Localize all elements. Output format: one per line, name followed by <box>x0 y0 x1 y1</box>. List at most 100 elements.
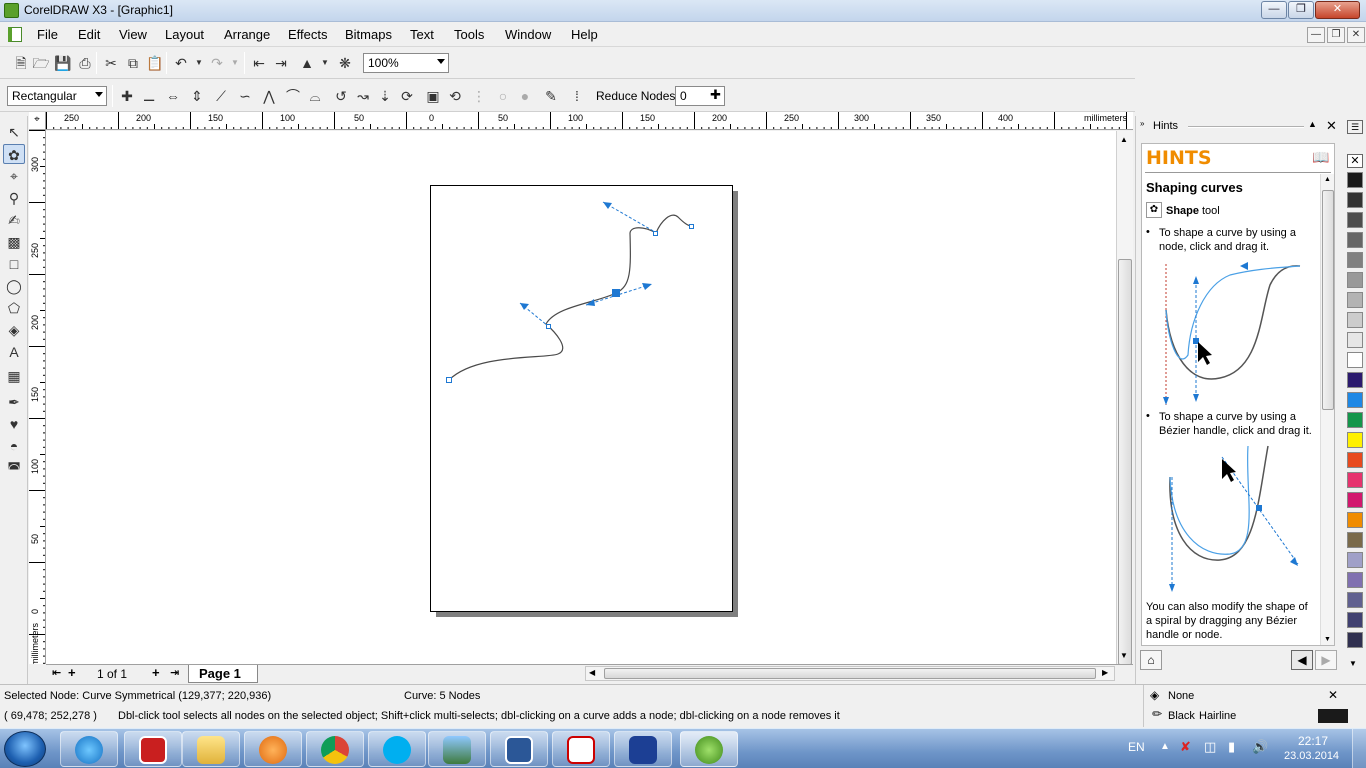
shape-tool-icon[interactable]: ✿ <box>3 144 25 164</box>
media-player-taskbar-icon[interactable] <box>244 731 302 767</box>
color-swatch[interactable] <box>1347 192 1363 208</box>
selected-curve-node[interactable] <box>612 289 620 297</box>
cusp-node-icon[interactable]: ⋀ <box>260 87 278 105</box>
curve-node[interactable] <box>689 224 694 229</box>
chrome-taskbar-icon[interactable] <box>306 731 364 767</box>
menu-tools[interactable]: Tools <box>454 27 484 42</box>
break-curve-icon[interactable]: ⇕ <box>188 87 206 105</box>
export-icon[interactable]: ⇥ <box>272 54 290 72</box>
internet-explorer-taskbar-icon[interactable] <box>60 731 118 767</box>
selection-mode-combo[interactable]: Rectangular <box>7 86 107 106</box>
color-swatch[interactable] <box>1347 212 1363 228</box>
color-swatch[interactable] <box>1347 412 1363 428</box>
ellipse-tool-icon[interactable]: ◯ <box>3 276 25 296</box>
hints-back-button[interactable]: ◀ <box>1291 650 1313 670</box>
clock-date[interactable]: 23.03.2014 <box>1284 750 1339 762</box>
menu-help[interactable]: Help <box>571 27 598 42</box>
color-swatch[interactable] <box>1347 432 1363 448</box>
close-button[interactable]: ✕ <box>1315 1 1360 19</box>
hints-scrollbar[interactable]: ▲ ▼ <box>1320 174 1334 645</box>
add-page-before-icon[interactable]: + <box>68 665 76 680</box>
color-swatch[interactable] <box>1347 332 1363 348</box>
scroll-up-icon[interactable]: ▲ <box>1324 176 1331 183</box>
stretch-nodes-icon[interactable]: ▣ <box>424 87 442 105</box>
reduce-nodes-input[interactable]: 0 ✚ <box>675 86 725 106</box>
no-color-swatch[interactable]: ✕ <box>1347 154 1363 168</box>
doc-restore-button[interactable]: ❐ <box>1327 27 1345 43</box>
marquee-nodes-icon[interactable]: ⁞ <box>568 87 586 105</box>
tray-expand-icon[interactable]: ▲ <box>1160 741 1170 752</box>
color-swatch[interactable] <box>1347 552 1363 568</box>
minimize-button[interactable]: — <box>1261 1 1287 19</box>
curve-node[interactable] <box>546 324 551 329</box>
text-tool-icon[interactable]: A <box>3 342 25 362</box>
import-icon[interactable]: ⇤ <box>250 54 268 72</box>
curve-node[interactable] <box>446 377 452 383</box>
horizontal-scroll-thumb[interactable] <box>604 668 1096 679</box>
network-status-icon[interactable]: ✘ <box>1180 739 1191 755</box>
color-swatch[interactable] <box>1347 612 1363 628</box>
hints-home-button[interactable]: ⌂ <box>1140 650 1162 670</box>
doc-close-button[interactable]: ✕ <box>1347 27 1365 43</box>
color-swatch[interactable] <box>1347 292 1363 308</box>
color-swatch[interactable] <box>1347 252 1363 268</box>
add-page-after-icon[interactable]: + <box>152 665 160 680</box>
extend-curve-icon[interactable]: ↝ <box>354 87 372 105</box>
new-icon[interactable]: 🗎 <box>12 54 30 72</box>
docker-collapse-icon[interactable]: » <box>1140 119 1144 128</box>
to-line-icon[interactable]: ⟋ <box>212 87 230 105</box>
outline-tool-icon[interactable]: ♥ <box>3 414 25 434</box>
color-swatch[interactable] <box>1347 592 1363 608</box>
color-swatch[interactable] <box>1347 572 1363 588</box>
start-button[interactable] <box>4 731 46 767</box>
auto-close-icon[interactable]: ⟳ <box>398 87 416 105</box>
hints-scroll-thumb[interactable] <box>1322 190 1334 410</box>
undo-dropdown-icon[interactable]: ▼ <box>190 54 208 72</box>
undo-icon[interactable]: ↶ <box>172 54 190 72</box>
docker-grip[interactable] <box>1188 126 1304 128</box>
copy-icon[interactable]: ⧉ <box>124 54 142 72</box>
extract-subpath-icon[interactable]: ⇣ <box>376 87 394 105</box>
word-taskbar-icon[interactable] <box>490 731 548 767</box>
color-swatch[interactable] <box>1347 372 1363 388</box>
color-swatch[interactable] <box>1347 232 1363 248</box>
menu-bitmaps[interactable]: Bitmaps <box>345 27 392 42</box>
hints-forward-button[interactable]: ▶ <box>1315 650 1337 670</box>
color-swatch[interactable] <box>1347 492 1363 508</box>
interactive-blend-tool-icon[interactable]: ▦ <box>3 366 25 386</box>
color-swatch[interactable] <box>1347 392 1363 408</box>
reverse-direction-icon[interactable]: ↺ <box>332 87 350 105</box>
menu-window[interactable]: Window <box>505 27 551 42</box>
outline-color-swatch[interactable] <box>1318 709 1348 723</box>
zoom-tool-icon[interactable]: ⚲ <box>3 188 25 208</box>
palette-menu-icon[interactable]: ☰ <box>1347 120 1363 134</box>
paste-icon[interactable]: 📋 <box>146 54 164 72</box>
color-swatch[interactable] <box>1347 452 1363 468</box>
menu-layout[interactable]: Layout <box>165 27 204 42</box>
page-tab-1[interactable]: Page 1 <box>188 665 258 683</box>
elastic-mode-icon[interactable]: ○ <box>494 87 512 105</box>
delete-node-icon[interactable]: ⚊ <box>140 87 158 105</box>
color-swatch[interactable] <box>1347 532 1363 548</box>
color-swatch[interactable] <box>1347 312 1363 328</box>
drawing-surface[interactable] <box>46 131 1116 664</box>
coreldraw-taskbar-icon[interactable] <box>680 731 738 767</box>
to-curve-icon[interactable]: ∽ <box>236 87 254 105</box>
palette-scroll-down-icon[interactable]: ▼ <box>1349 659 1357 668</box>
menu-text[interactable]: Text <box>410 27 434 42</box>
photo-viewer-taskbar-icon[interactable] <box>428 731 486 767</box>
color-swatch[interactable] <box>1347 472 1363 488</box>
color-swatch[interactable] <box>1347 352 1363 368</box>
horizontal-ruler[interactable]: 250 200 150 100 50 0 50 100 150 200 250 … <box>46 112 1133 130</box>
launcher-dropdown-icon[interactable]: ▼ <box>316 54 334 72</box>
menu-arrange[interactable]: Arrange <box>224 27 270 42</box>
save-icon[interactable]: 💾 <box>54 54 72 72</box>
spinner-icon[interactable]: ✚ <box>710 87 721 103</box>
rotate-nodes-icon[interactable]: ⟲ <box>446 87 464 105</box>
color-swatch[interactable] <box>1347 512 1363 528</box>
document-icon[interactable] <box>8 27 22 42</box>
acrobat-taskbar-icon[interactable] <box>552 731 610 767</box>
smart-fill-tool-icon[interactable]: ▩ <box>3 232 25 252</box>
symmetrical-node-icon[interactable]: ⌓ <box>306 87 324 105</box>
drawing-canvas[interactable] <box>46 131 1116 664</box>
